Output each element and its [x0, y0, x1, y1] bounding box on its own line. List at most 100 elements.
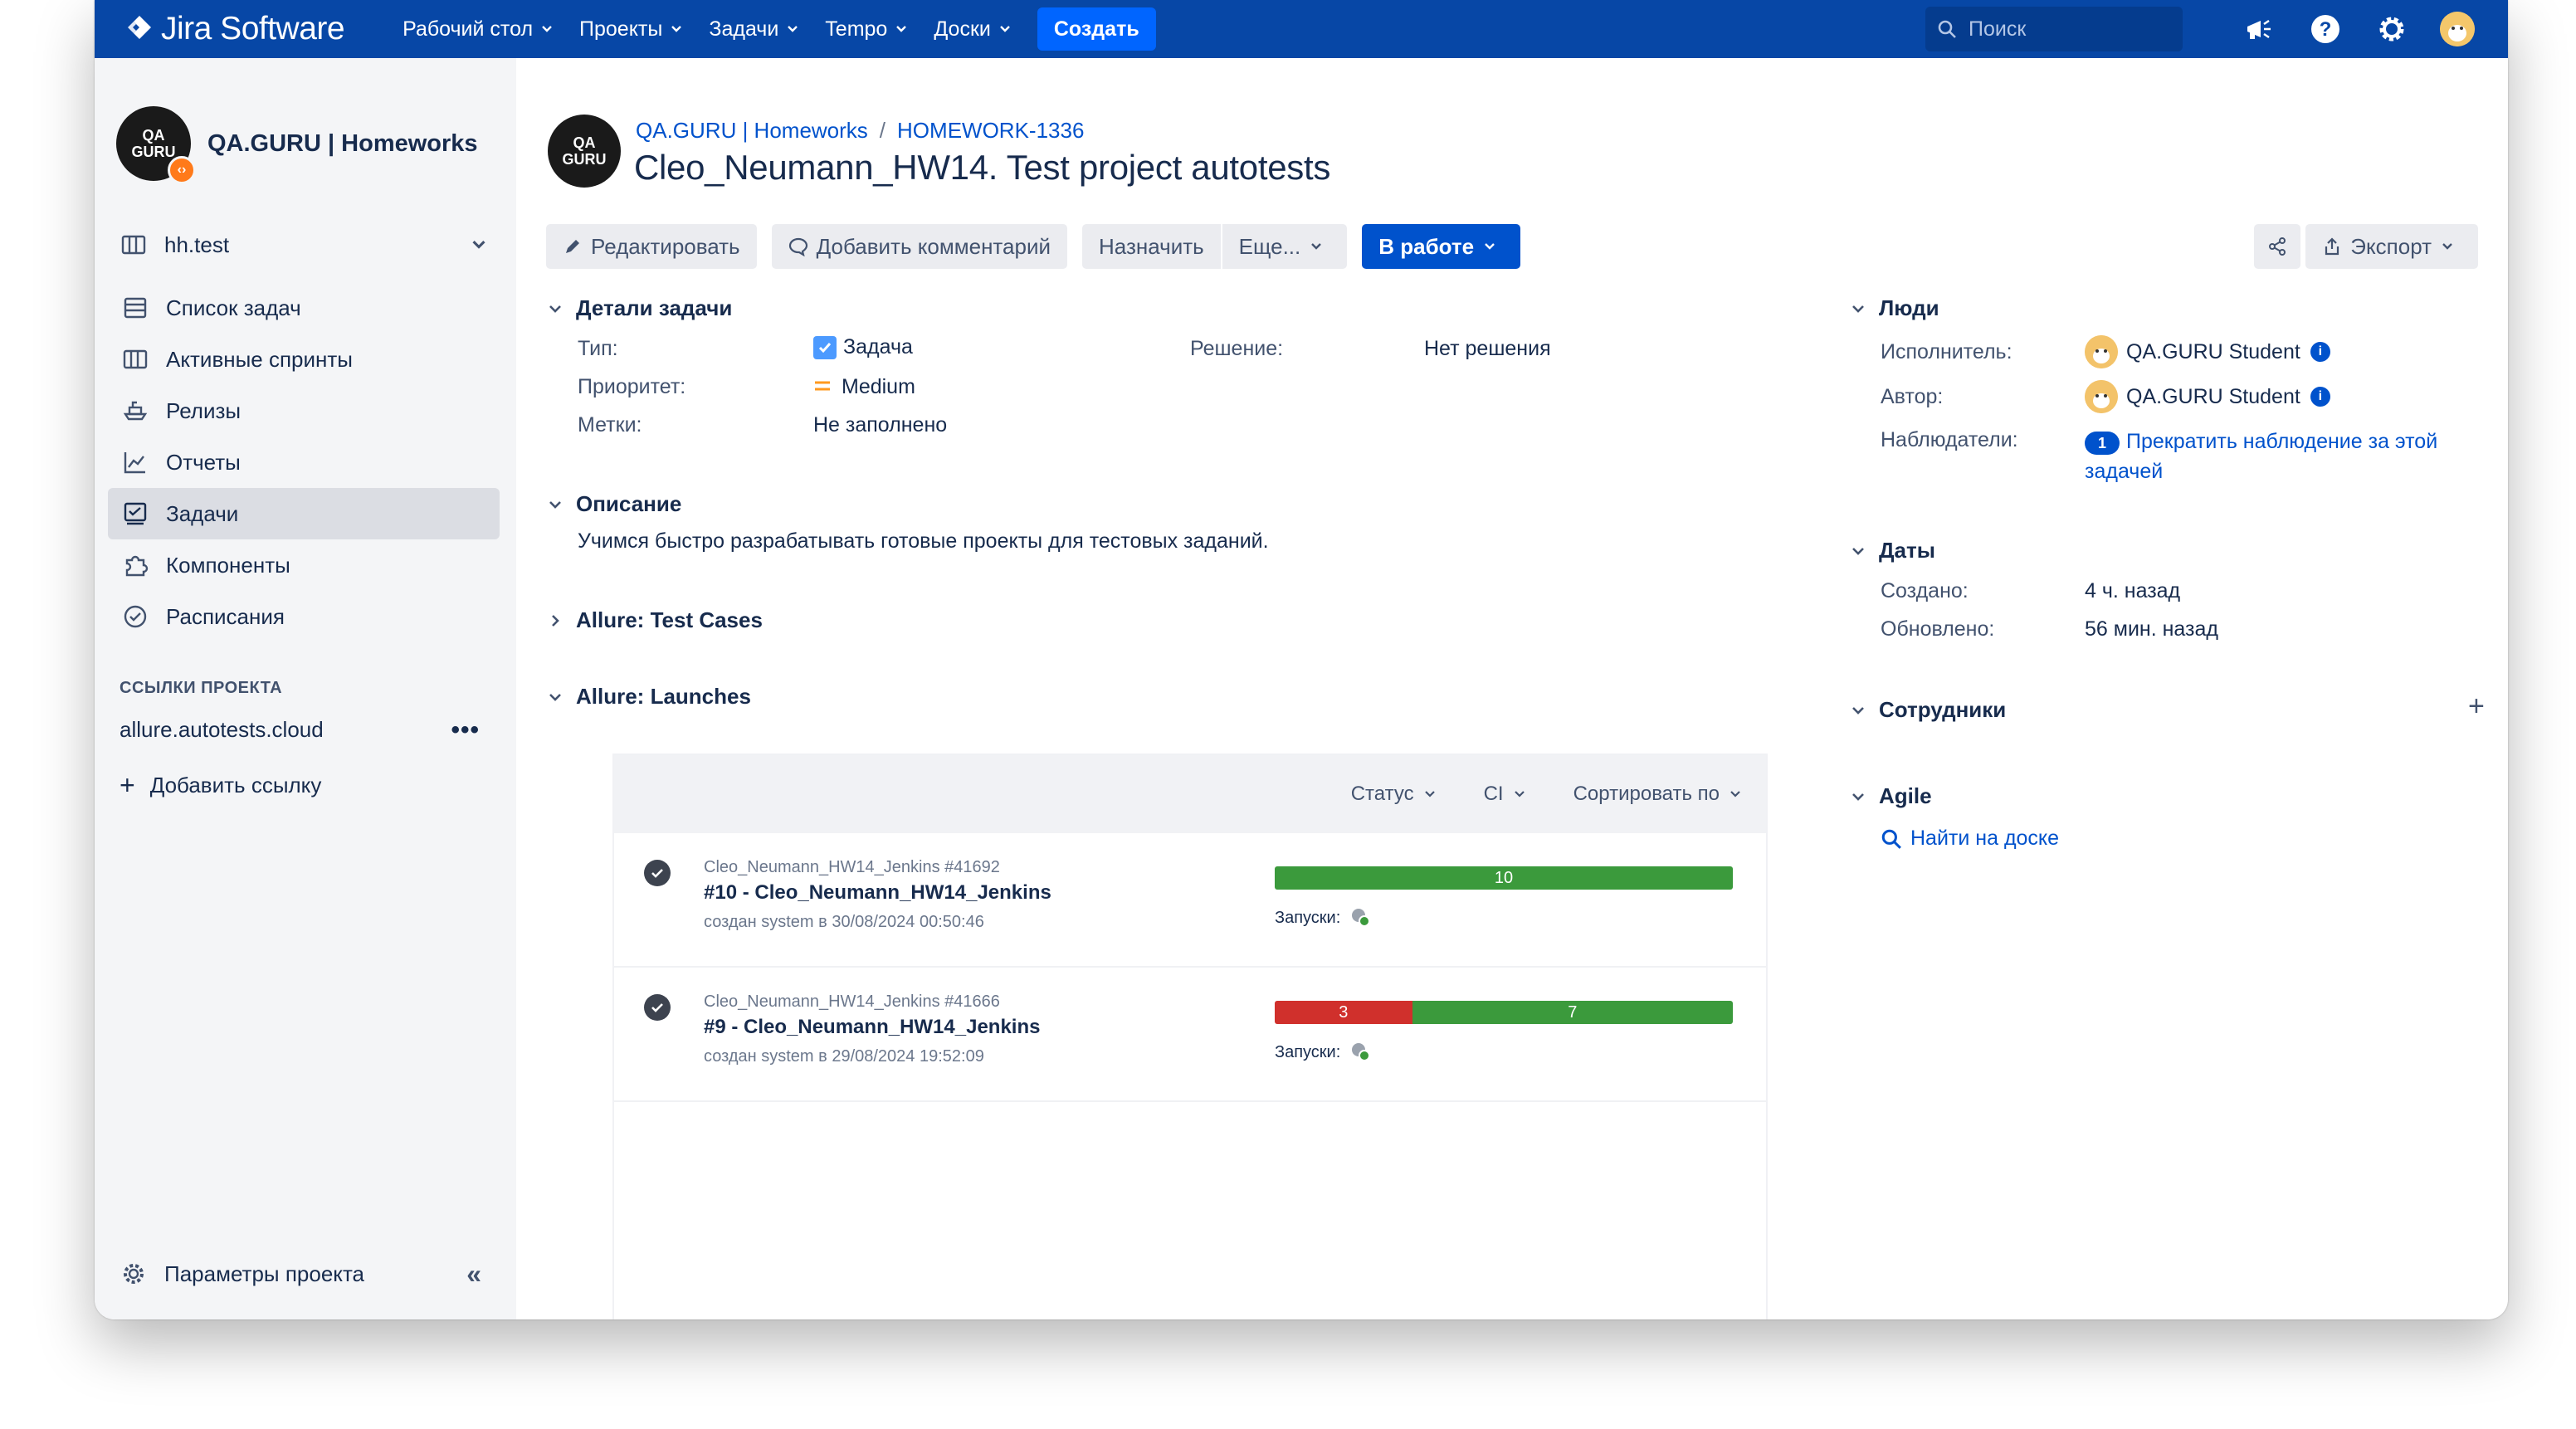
breadcrumb-issue-key-link[interactable]: HOMEWORK-1336: [897, 118, 1084, 144]
share-button[interactable]: [2254, 224, 2301, 269]
add-employee-plus-icon[interactable]: +: [2468, 690, 2485, 723]
launch-job[interactable]: Cleo_Neumann_HW14_Jenkins #41666: [704, 992, 1000, 1012]
jira-logo[interactable]: Jira Software: [124, 11, 345, 47]
labels-value[interactable]: Не заполнено: [813, 413, 947, 437]
launch-name[interactable]: #9 - Cleo_Neumann_HW14_Jenkins: [704, 1016, 1040, 1039]
allure-launches-toggle[interactable]: Allure: Launches: [548, 684, 751, 710]
edit-button[interactable]: Редактировать: [546, 224, 757, 269]
chevron-down-icon: [1852, 793, 1864, 801]
sidebar-item-schedules[interactable]: Расписания: [108, 591, 500, 642]
nav-tempo[interactable]: Tempo: [825, 17, 907, 41]
description-text[interactable]: Учимся быстро разрабатывать готовые прое…: [578, 529, 1269, 554]
chevron-down-icon: [1311, 243, 1322, 250]
board-name: hh.test: [164, 232, 230, 257]
launch-name[interactable]: #10 - Cleo_Neumann_HW14_Jenkins: [704, 881, 1051, 905]
reporter-value[interactable]: QA.GURU Student i: [2085, 380, 2330, 413]
more-button[interactable]: Еще...: [1222, 224, 1348, 269]
employees-section-toggle[interactable]: Сотрудники: [1851, 697, 2006, 723]
chevron-down-icon: [1424, 791, 1435, 797]
reporter-label: Автор:: [1881, 385, 1944, 408]
issues-icon: [121, 500, 149, 528]
breadcrumb-project-link[interactable]: QA.GURU | Homeworks: [636, 118, 868, 144]
more-options-icon[interactable]: •••: [451, 716, 480, 744]
assignee-value[interactable]: QA.GURU Student i: [2085, 335, 2330, 368]
software-project-badge-icon: ‹›: [168, 156, 196, 184]
puzzle-icon: [121, 551, 149, 579]
settings-gear-icon[interactable]: [2374, 11, 2410, 47]
sidebar-item-releases[interactable]: Релизы: [108, 385, 500, 437]
assignee-avatar: [2085, 335, 2118, 368]
filter-ci[interactable]: CI: [1484, 783, 1525, 806]
search-input[interactable]: Поиск: [1925, 7, 2183, 51]
settings-gear-icon: [120, 1260, 148, 1288]
logo-text: Jira Software: [161, 11, 345, 46]
nav-dashboard[interactable]: Рабочий стол: [402, 17, 553, 41]
project-sidebar: QA GURU ‹› QA.GURU | Homeworks hh.test С…: [95, 58, 516, 1319]
sidebar-item-label: Релизы: [166, 397, 242, 423]
create-button[interactable]: Создать: [1037, 7, 1156, 51]
user-avatar[interactable]: [2440, 12, 2475, 46]
export-icon: [2325, 237, 2339, 256]
chevron-down-icon: [549, 305, 561, 313]
filter-status[interactable]: Статус: [1351, 783, 1436, 806]
passed-segment: 7: [1412, 1001, 1733, 1024]
chevron-down-icon: [896, 26, 907, 32]
chevron-down-icon: [1852, 706, 1864, 714]
people-section-toggle[interactable]: Люди: [1851, 295, 1939, 321]
sidebar-item-backlog[interactable]: Список задач: [108, 282, 500, 334]
sidebar-item-components[interactable]: Компоненты: [108, 539, 500, 591]
watchers-value[interactable]: 1 Прекратить наблюдение за этой задачей: [2085, 427, 2475, 486]
status-in-progress-button[interactable]: В работе: [1362, 224, 1521, 269]
sidebar-item-sprints[interactable]: Активные спринты: [108, 334, 500, 385]
export-button[interactable]: Экспорт: [2305, 224, 2478, 269]
nav-issues[interactable]: Задачи: [709, 17, 798, 41]
launch-job[interactable]: Cleo_Neumann_HW14_Jenkins #41692: [704, 858, 1000, 877]
description-section-toggle[interactable]: Описание: [548, 491, 681, 517]
created-label: Создано:: [1881, 579, 1969, 602]
project-header[interactable]: QA GURU ‹› QA.GURU | Homeworks: [116, 106, 478, 184]
details-section-toggle[interactable]: Детали задачи: [548, 295, 732, 321]
help-icon[interactable]: ?: [2307, 11, 2344, 47]
sidebar-item-issues[interactable]: Задачи: [108, 488, 500, 539]
type-value[interactable]: Задача: [813, 335, 913, 359]
issue-toolbar-right: Экспорт: [2254, 224, 2478, 269]
notifications-icon[interactable]: [2241, 11, 2277, 47]
ship-icon: [121, 397, 149, 425]
agile-section-toggle[interactable]: Agile: [1851, 783, 1932, 809]
nav-boards[interactable]: Доски: [934, 17, 1011, 41]
project-link-allure[interactable]: allure.autotests.cloud •••: [120, 716, 501, 744]
launch-row[interactable]: Cleo_Neumann_HW14_Jenkins #41692 #10 - C…: [614, 833, 1766, 968]
launch-row[interactable]: Cleo_Neumann_HW14_Jenkins #41666 #9 - Cl…: [614, 968, 1766, 1102]
search-placeholder: Поиск: [1969, 17, 2027, 41]
add-comment-button[interactable]: Добавить комментарий: [771, 224, 1068, 269]
sidebar-item-label: Компоненты: [166, 552, 290, 578]
created-value: 4 ч. назад: [2085, 579, 2181, 602]
assign-button[interactable]: Назначить: [1082, 224, 1221, 269]
chevron-down-icon: [1485, 243, 1495, 250]
labels-label: Метки:: [578, 413, 642, 437]
issue-title[interactable]: Cleo_Neumann_HW14. Test project autotest…: [634, 148, 1330, 188]
chevron-down-icon: [472, 241, 485, 249]
allure-test-cases-toggle[interactable]: Allure: Test Cases: [548, 607, 763, 633]
sidebar-item-label: Список задач: [166, 295, 301, 320]
dates-section-toggle[interactable]: Даты: [1851, 538, 1935, 563]
find-on-board-link[interactable]: Найти на доске: [1881, 827, 2059, 851]
collapse-sidebar-icon[interactable]: «: [466, 1259, 481, 1290]
sidebar-item-label: Расписания: [166, 603, 285, 629]
filter-sort[interactable]: Сортировать по: [1573, 783, 1741, 806]
priority-value[interactable]: Medium: [813, 375, 915, 399]
sidebar-item-reports[interactable]: Отчеты: [108, 437, 500, 488]
chevron-down-icon: [671, 26, 682, 32]
add-link-button[interactable]: + Добавить ссылку: [120, 770, 321, 801]
chevron-right-icon: [552, 614, 559, 627]
project-settings-link[interactable]: Параметры проекта «: [120, 1259, 498, 1290]
updated-value: 56 мин. назад: [2085, 617, 2218, 641]
info-icon[interactable]: i: [2310, 342, 2330, 362]
nav-projects[interactable]: Проекты: [579, 17, 682, 41]
issue-toolbar: Редактировать Добавить комментарий Назна…: [546, 224, 1535, 269]
stop-watching-link[interactable]: Прекратить наблюдение за этой задачей: [2085, 430, 2437, 483]
chevron-down-icon: [542, 26, 552, 32]
info-icon[interactable]: i: [2310, 387, 2330, 407]
watchers-count-badge[interactable]: 1: [2085, 432, 2120, 455]
board-selector[interactable]: hh.test: [120, 231, 498, 259]
